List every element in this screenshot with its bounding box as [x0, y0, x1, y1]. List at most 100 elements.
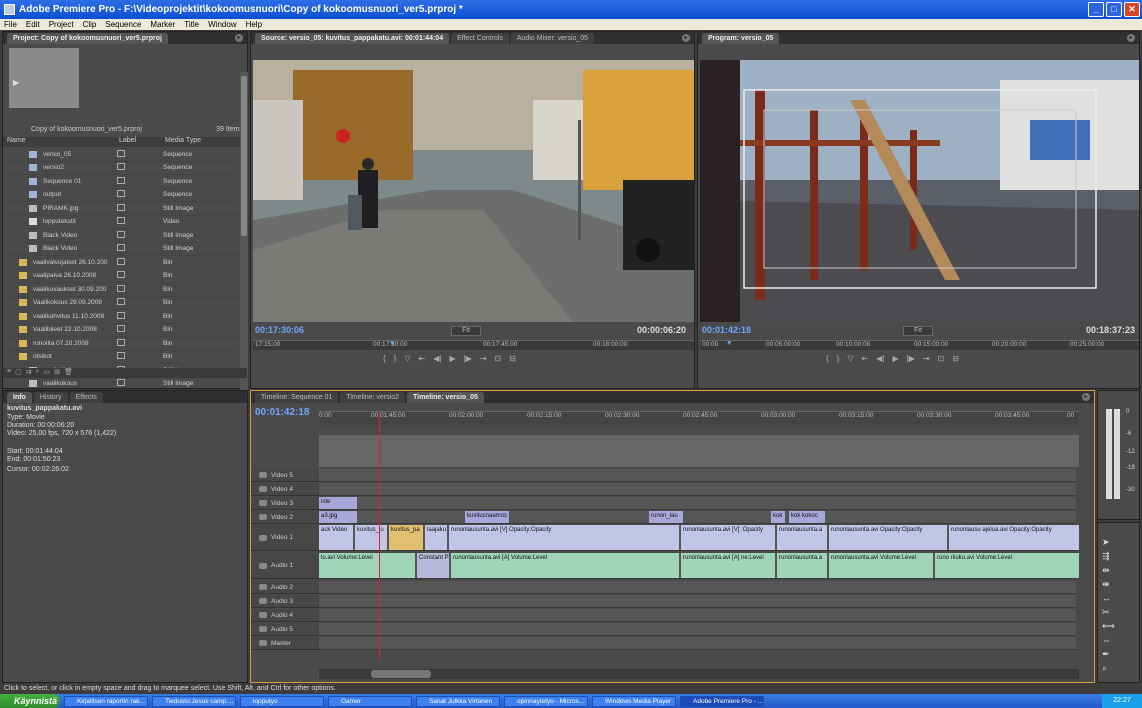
- speaker-icon[interactable]: [259, 562, 267, 569]
- find-icon[interactable]: ⌕: [36, 368, 40, 378]
- clip[interactable]: runonlausunta.avi [A] ne:Level: [681, 553, 775, 578]
- speaker-icon[interactable]: [259, 584, 267, 590]
- project-scrollbar[interactable]: [240, 72, 248, 402]
- trash-icon[interactable]: 🗑: [64, 368, 73, 378]
- taskbar-item[interactable]: Sanat Julkka Virtanen: [416, 695, 500, 707]
- scrollbar-thumb[interactable]: [371, 670, 431, 678]
- clip[interactable]: runonlausunta.avi Volume:Level: [829, 553, 933, 578]
- label-swatch[interactable]: [117, 244, 163, 253]
- icon-view-icon[interactable]: ▢: [15, 368, 22, 378]
- label-swatch[interactable]: [117, 271, 163, 280]
- project-item-row[interactable]: Black Video Still Image: [3, 243, 239, 256]
- track-lane-video4[interactable]: [319, 483, 1076, 496]
- lift-icon[interactable]: ⊟: [952, 354, 959, 363]
- tab-timeline-sequence01[interactable]: Timeline: Sequence 01: [255, 392, 339, 403]
- project-bin-row[interactable]: vaalikahvitus 11.10.2008 Bin: [3, 310, 239, 324]
- track-header-master[interactable]: Master: [251, 637, 319, 650]
- panel-menu-icon[interactable]: ▸: [682, 34, 690, 42]
- timeline-time-ruler[interactable]: 0:00 00:01:45:00 00:02:00:00 00:02:15:00…: [319, 411, 1079, 425]
- tab-effect-controls[interactable]: Effect Controls: [451, 33, 509, 44]
- insert-icon[interactable]: ⊟: [509, 354, 516, 363]
- play-icon[interactable]: ▶: [892, 354, 898, 363]
- slide-tool-icon[interactable]: ⇔: [1102, 635, 1111, 645]
- label-swatch[interactable]: [117, 203, 163, 213]
- speaker-icon[interactable]: [259, 598, 267, 604]
- tab-project[interactable]: Project: Copy of kokoomusnuori_ver5.prpr…: [7, 33, 168, 44]
- clip[interactable]: runonlausunta.avi [A] Volume:Level: [451, 553, 679, 578]
- clip[interactable]: runonlausunta.a: [777, 553, 827, 578]
- new-item-icon[interactable]: ⊞: [54, 368, 60, 378]
- panel-menu-icon[interactable]: ▸: [235, 34, 243, 42]
- track-header-video1[interactable]: Video 1: [251, 525, 319, 551]
- tab-effects[interactable]: Effects: [69, 392, 103, 403]
- label-swatch[interactable]: [117, 298, 163, 307]
- taskbar-item[interactable]: Gamer: [328, 695, 412, 707]
- step-forward-icon[interactable]: |▶: [907, 354, 915, 363]
- project-bin-row[interactable]: vaalivalvojaiset 26.10.200 Bin: [3, 256, 239, 270]
- menu-title[interactable]: Title: [184, 19, 199, 30]
- speaker-icon[interactable]: [259, 640, 267, 646]
- taskbar-item[interactable]: opinnaytetyo - Micros...: [504, 695, 588, 707]
- system-tray-clock[interactable]: 22:27: [1102, 694, 1142, 708]
- taskbar-item[interactable]: lopputyo: [240, 695, 324, 707]
- menu-project[interactable]: Project: [49, 19, 74, 30]
- program-fit-dropdown[interactable]: Fit: [903, 326, 933, 336]
- taskbar-item[interactable]: Adobe Premiere Pro - ...: [680, 695, 764, 707]
- zoom-tool-icon[interactable]: ⌕: [1102, 663, 1107, 674]
- label-swatch[interactable]: [117, 338, 163, 348]
- start-button[interactable]: Käynnistä: [0, 694, 60, 708]
- clip[interactable]: laajaku: [425, 525, 447, 550]
- track-lane-audio4[interactable]: [319, 609, 1076, 622]
- eye-icon[interactable]: [259, 472, 267, 478]
- tab-program[interactable]: Program: versio_05: [702, 33, 780, 44]
- mark-in-icon[interactable]: {: [383, 354, 386, 363]
- step-forward-icon[interactable]: |▶: [464, 354, 472, 363]
- project-item-row[interactable]: lopputekstit Video: [3, 216, 239, 229]
- tab-info[interactable]: Info: [7, 392, 32, 403]
- project-bin-row[interactable]: Vaalibileet 22.10.2008 Bin: [3, 324, 239, 337]
- track-header-video4[interactable]: Video 4: [251, 483, 319, 496]
- source-time-ruler[interactable]: 17:15:00 00:17:30:00 00:17:45:00 00:18:0…: [253, 340, 694, 350]
- clip[interactable]: runonlausunta.avi Opacity:Opacity: [829, 525, 947, 550]
- maximize-button[interactable]: □: [1106, 2, 1122, 17]
- clip[interactable]: runon_lau: [649, 511, 683, 523]
- project-bin-row[interactable]: vaalipaiva 26.10.2008 Bin: [3, 270, 239, 283]
- taskbar-item[interactable]: Windows Media Player: [592, 695, 676, 707]
- safe-margins-icon[interactable]: ⊡: [495, 354, 502, 363]
- slip-tool-icon[interactable]: ⟷: [1102, 621, 1115, 632]
- project-item-row[interactable]: vaalikokous Still Image: [3, 378, 239, 391]
- eye-icon[interactable]: [259, 500, 267, 506]
- track-header-video5[interactable]: Video 5: [251, 469, 319, 482]
- project-bin-row[interactable]: vaalikuvaukset 30.09.200 Bin: [3, 283, 239, 297]
- taskbar-item[interactable]: Kirjallisen raportin rak...: [64, 695, 148, 707]
- project-item-row[interactable]: PIRAMK.jpg Still Image: [3, 202, 239, 216]
- clip[interactable]: iste: [319, 497, 357, 509]
- clip[interactable]: runonlausunta.a: [777, 525, 827, 550]
- tab-timeline-versio2[interactable]: Timeline: versio2: [340, 392, 405, 403]
- track-header-audio4[interactable]: Audio 4: [251, 609, 319, 622]
- panel-menu-icon[interactable]: ▸: [1127, 34, 1135, 42]
- menu-file[interactable]: File: [4, 19, 17, 30]
- menu-window[interactable]: Window: [208, 19, 236, 30]
- label-swatch[interactable]: [117, 379, 163, 388]
- clip[interactable]: runonlausunta.avi [V] :Opacity: [681, 525, 775, 550]
- label-swatch[interactable]: [117, 284, 163, 294]
- track-header-audio1[interactable]: Audio 1: [251, 553, 319, 579]
- safe-margins-icon[interactable]: ⊡: [938, 354, 945, 363]
- taskbar-item[interactable]: Tiedosto:Jesus camp....: [152, 695, 236, 707]
- step-back-icon[interactable]: ◀|: [876, 354, 884, 363]
- track-lane-video2[interactable]: a3.jpg kuvitusnaamos runon_lau kok kok k…: [319, 511, 1076, 524]
- column-name[interactable]: Name: [7, 137, 26, 144]
- mark-in-icon[interactable]: {: [826, 354, 829, 363]
- playhead-icon[interactable]: ▼: [389, 340, 395, 347]
- clip[interactable]: runonlausunta.avi [V] Opacity:Opacity: [449, 525, 679, 550]
- clip[interactable]: Constant P: [417, 553, 449, 578]
- ripple-edit-tool-icon[interactable]: ⇹: [1102, 565, 1110, 576]
- clip[interactable]: lo.avi Volume:Level: [319, 553, 415, 578]
- program-time-ruler[interactable]: 00:00 00:05:00:00 00:10:00:00 00:15:00:0…: [700, 340, 1139, 350]
- rolling-edit-tool-icon[interactable]: ⇼: [1102, 579, 1110, 590]
- column-label[interactable]: Label: [119, 137, 136, 144]
- label-swatch[interactable]: [117, 190, 163, 199]
- project-bin-row[interactable]: otsikot Bin: [3, 351, 239, 364]
- track-header-audio3[interactable]: Audio 3: [251, 595, 319, 608]
